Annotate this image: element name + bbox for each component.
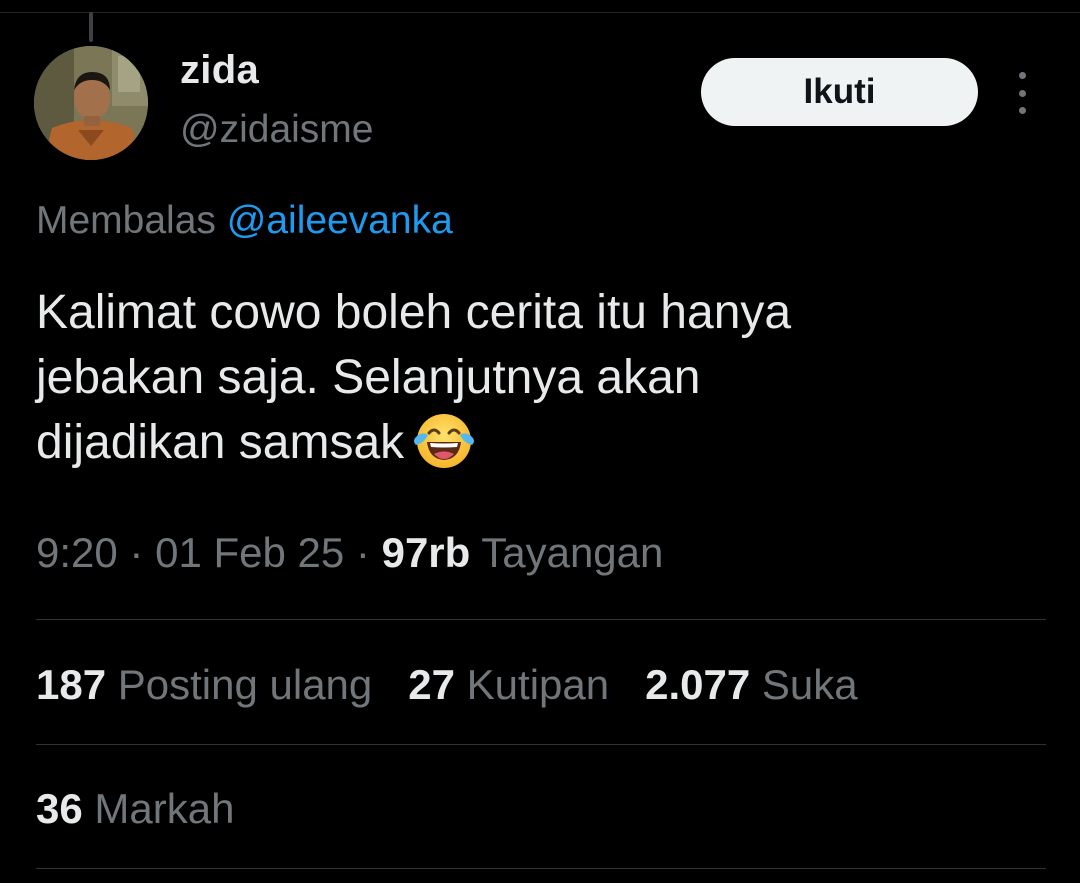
dot — [1018, 72, 1026, 79]
tweet-time[interactable]: 9:20 — [36, 529, 118, 576]
tweet-line-text: dijadikan samsak — [36, 416, 405, 469]
views-count: 97rb — [381, 529, 471, 576]
divider — [36, 868, 1046, 869]
username-handle[interactable]: @zidaisme — [180, 110, 373, 149]
tweet-line: jebakan saja. Selanjutnya akan — [36, 351, 701, 404]
likes-stat[interactable]: 2.077 Suka — [645, 660, 858, 710]
quotes-label: Kutipan — [466, 661, 610, 708]
reposts-label: Posting ulang — [117, 661, 373, 708]
meta-separator: · — [129, 529, 144, 576]
more-vertical-icon[interactable] — [1008, 72, 1036, 114]
views-label: Tayangan — [481, 529, 664, 576]
tweet-meta: 9:20 · 01 Feb 25 · 97rb Tayangan — [36, 528, 663, 578]
quotes-stat[interactable]: 27 Kutipan — [408, 660, 609, 710]
tweet-line: Kalimat cowo boleh cerita itu hanya — [36, 286, 792, 339]
reposts-stat[interactable]: 187 Posting ulang — [36, 660, 372, 710]
bookmarks-count: 36 — [36, 785, 83, 832]
tweet-text: Kalimat cowo boleh cerita itu hanya jeba… — [36, 280, 1046, 477]
dot — [1018, 89, 1026, 97]
engagement-stats: 187 Posting ulang 27 Kutipan 2.077 Suka — [36, 660, 894, 710]
reply-prefix: Membalas — [36, 199, 216, 242]
bookmarks-stat[interactable]: 36 Markah — [36, 784, 234, 834]
profile-photo-icon — [34, 46, 148, 160]
tweet-line-last: dijadikan samsak — [36, 410, 1046, 477]
reply-mention-link[interactable]: @aileevanka — [227, 199, 453, 242]
top-divider — [0, 12, 1080, 13]
divider — [36, 619, 1046, 620]
display-name[interactable]: zida — [180, 50, 259, 90]
face-with-tears-of-joy-icon — [414, 414, 475, 469]
divider — [36, 744, 1046, 745]
likes-label: Suka — [761, 661, 858, 708]
avatar[interactable] — [34, 46, 148, 160]
follow-button[interactable]: Ikuti — [701, 58, 978, 126]
quotes-count: 27 — [408, 661, 455, 708]
likes-count: 2.077 — [645, 661, 751, 708]
bookmarks-label: Markah — [94, 785, 235, 832]
reposts-count: 187 — [36, 661, 107, 708]
thread-connector-line — [89, 12, 93, 42]
reply-context: Membalas @aileevanka — [36, 198, 453, 245]
dot — [1018, 107, 1026, 114]
meta-separator: · — [355, 529, 370, 576]
tweet-date[interactable]: 01 Feb 25 — [155, 529, 344, 576]
